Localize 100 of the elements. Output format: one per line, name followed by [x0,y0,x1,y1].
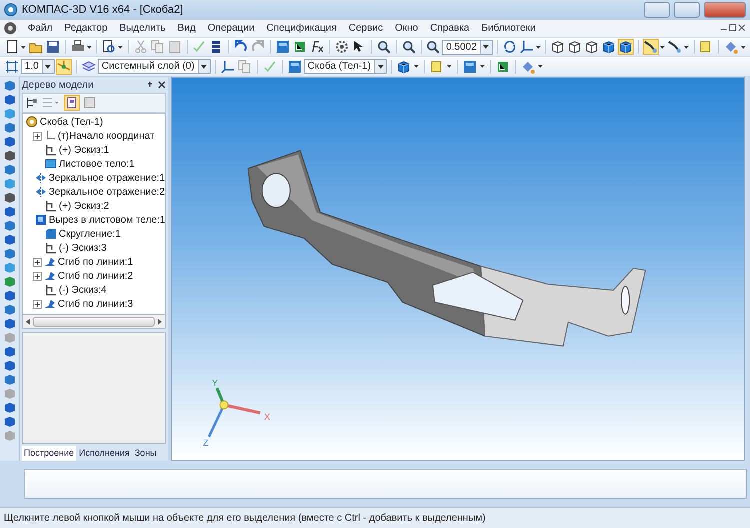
part-feature-icon [26,116,38,128]
scroll-right-icon[interactable] [158,318,162,324]
tree-item[interactable]: Скоба (Тел-1) [40,114,104,130]
menu-item[interactable]: Операции [206,21,256,36]
tree-item[interactable]: (-) Эскиз:4 [59,282,107,298]
menu-item[interactable]: Спецификация [266,21,338,36]
tool-icon[interactable] [2,192,16,204]
panel-tab[interactable]: Построение [22,446,76,461]
toolbar-button[interactable] [618,39,634,55]
fillet-feature-icon [45,228,57,240]
sheet-feature-icon [45,158,57,170]
tree-item[interactable]: Сгиб по линии:3 [58,296,134,312]
pin-close-icon[interactable] [148,81,166,89]
tool-icon[interactable] [2,416,16,428]
dropdown-field[interactable]: Системный слой (0) [98,59,211,74]
mirror-feature-icon [35,172,47,184]
toolbar-button[interactable] [334,39,350,55]
toolbar-button[interactable] [502,39,518,55]
menu-item[interactable]: Вид [176,21,197,36]
scroll-left-icon[interactable] [26,318,30,324]
tool-icon[interactable] [2,80,16,92]
tree-item[interactable]: (+) Эскиз:1 [59,142,110,158]
toolbar-button[interactable] [396,58,412,74]
tool-icon[interactable] [2,220,16,232]
expand-toggle-icon[interactable] [33,300,42,308]
tool-icon[interactable] [2,374,16,386]
sketch-feature-icon [45,242,57,254]
tree-item[interactable]: (-) Эскиз:3 [59,240,107,256]
tree-view-icon[interactable] [26,97,38,109]
toolbar-button[interactable] [425,39,442,55]
tool-icon[interactable] [2,94,16,106]
dropdown-field[interactable]: 1.0 [21,59,55,74]
expand-toggle-icon[interactable] [33,258,42,266]
bend-feature-icon [44,256,56,268]
minimize-button[interactable] [644,2,670,18]
app-logo-icon[interactable] [4,22,17,35]
tree-item[interactable]: Зеркальное отражение:1 [49,170,165,186]
tree-item[interactable]: (т)Начало координат [58,128,155,144]
toolbar-button[interactable] [101,39,118,55]
tool-icon[interactable] [2,318,16,330]
tool-icon[interactable] [2,304,16,316]
tool-icon[interactable] [2,360,16,372]
menu-item[interactable]: Сервис [348,21,384,36]
panel-tab[interactable]: Зоны [132,446,159,461]
window-controls-icon[interactable] [720,24,746,33]
toolbar-button[interactable] [666,39,683,55]
sketch-feature-icon [45,200,57,212]
sketch-feature-icon [45,284,57,296]
tree-item[interactable]: Листовое тело:1 [59,156,135,172]
tool-icon[interactable] [2,136,16,148]
toolbar-button[interactable] [643,39,660,55]
toolbar-button[interactable] [584,39,600,55]
toolbar-button[interactable] [376,39,392,55]
toolbar-button[interactable] [550,39,566,55]
expand-toggle-icon[interactable] [33,132,42,140]
axis-triad-drawing: Y X Z [203,378,270,448]
tool-icon[interactable] [2,164,16,176]
panel-layout-icon[interactable] [84,97,96,109]
bend-feature-icon [44,298,56,310]
panel-title: Дерево модели [22,78,94,92]
tree-item[interactable]: Зеркальное отражение:2 [49,184,165,200]
toolbar-button[interactable] [567,39,584,55]
toolbar-button[interactable] [601,39,618,55]
tool-icon[interactable] [2,248,16,260]
toolbar-button[interactable] [44,39,61,55]
expand-toggle-icon[interactable] [33,272,42,280]
toolbar-button[interactable] [518,39,535,55]
menu-item[interactable]: Редактор [64,21,109,36]
toolbar-button[interactable] [220,58,236,74]
tree-item[interactable]: Сгиб по линии:1 [58,254,134,270]
panel-toggle-button[interactable] [64,95,80,111]
menu-item[interactable]: Справка [429,21,471,36]
tree-item[interactable]: Вырез в листовом теле:1 [49,212,165,228]
toolbar-button[interactable] [4,58,20,74]
window-title: КОМПАС-3D V16 x64 - [Скоба2] [22,2,184,18]
tool-icon[interactable] [2,206,16,218]
menu-item[interactable]: Выделить [118,21,167,36]
tree-item[interactable]: Сгиб по линии:2 [58,268,134,284]
menu-item[interactable]: Файл [27,21,54,36]
cut-feature-icon [35,214,47,226]
menu-item[interactable]: Библиотеки [480,21,537,36]
tool-icon[interactable] [2,346,16,358]
tree-item[interactable]: (+) Эскиз:2 [59,198,110,214]
toolbar-button[interactable] [400,39,417,55]
dropdown-field[interactable]: Скоба (Тел-1) [304,59,388,74]
tool-icon[interactable] [2,402,16,414]
tool-icon[interactable] [2,150,16,162]
mirror-feature-icon [35,186,47,198]
dropdown-field[interactable]: 0.5002 [442,40,493,54]
panel-tab[interactable]: Исполнения [77,446,132,461]
horizontal-scrollbar[interactable] [22,315,166,329]
tool-icon[interactable] [2,122,16,134]
app-logo-icon [4,3,18,17]
status-text: Щелкните левой кнопкой мыши на объекте для его выделения (вместе с Ctrl - добавить к выделенным) [4,512,486,526]
menu-item[interactable]: Окно [394,21,420,36]
tool-icon[interactable] [2,290,16,302]
tool-icon[interactable] [2,234,16,246]
tool-icon[interactable] [2,276,16,288]
maximize-button[interactable] [674,2,700,18]
tree-item[interactable]: Скругление:1 [59,226,121,242]
